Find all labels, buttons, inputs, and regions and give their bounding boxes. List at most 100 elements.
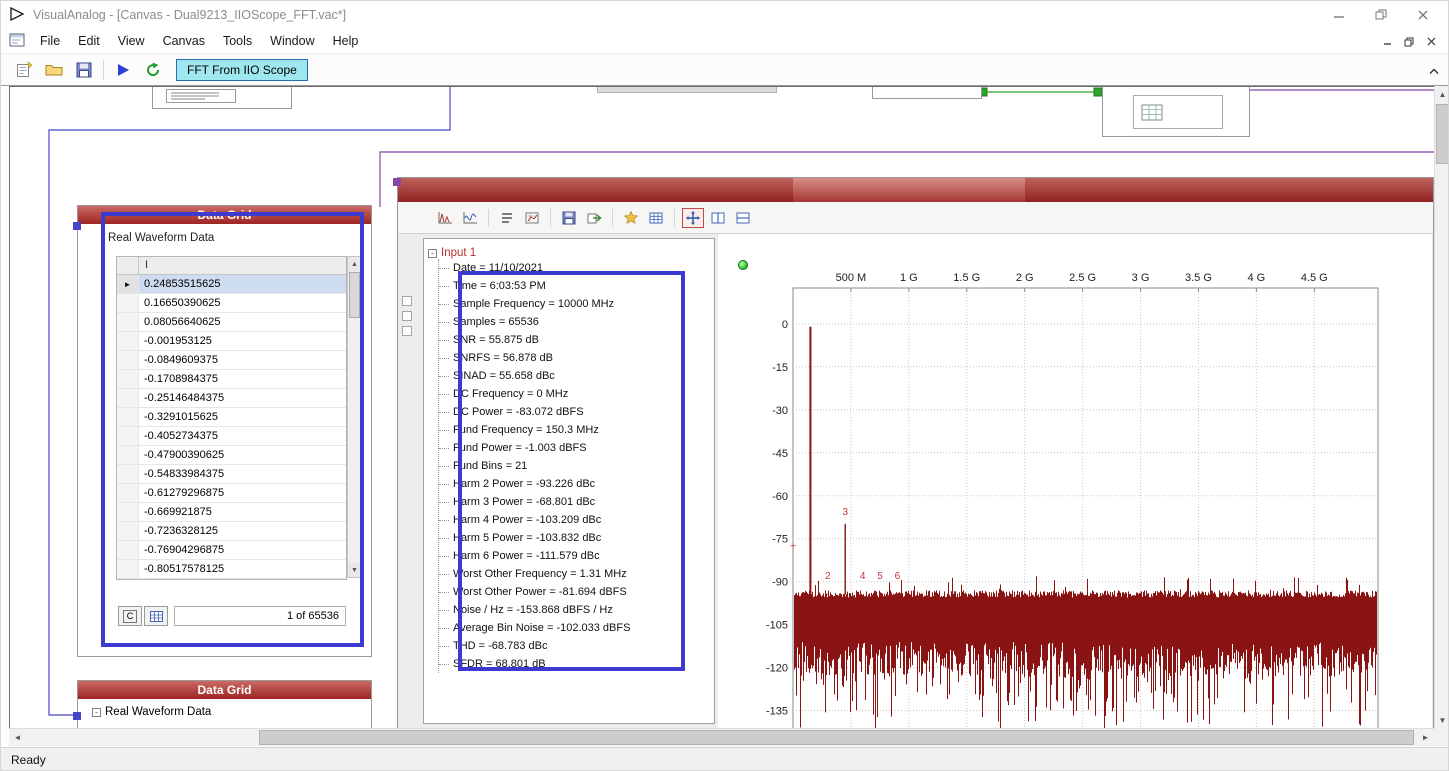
row-selector-cell[interactable] — [117, 351, 139, 369]
row-selector-cell[interactable] — [117, 370, 139, 388]
fft-window-header[interactable] — [398, 178, 1433, 202]
table-row[interactable]: -0.4052734375 — [117, 427, 346, 446]
cell-value[interactable]: -0.80517578125 — [139, 560, 346, 578]
menu-item[interactable]: Window — [261, 30, 323, 52]
cell-value[interactable]: -0.0849609375 — [139, 351, 346, 369]
fft-graph-area[interactable]: 0-15-30-45-60-75-90-105-120-135500 M1 G1… — [718, 234, 1432, 728]
canvas-area[interactable]: Data Grid Real Waveform Data I 0.2485351… — [9, 86, 1434, 728]
menu-item[interactable]: Canvas — [154, 30, 214, 52]
row-selector-cell[interactable] — [117, 294, 139, 312]
tree-root-label[interactable]: Input 1 — [441, 247, 476, 259]
cell-value[interactable]: -0.3291015625 — [139, 408, 346, 426]
save-graph-button[interactable] — [558, 208, 580, 228]
save-canvas-button[interactable] — [71, 58, 97, 82]
table-row[interactable]: -0.25146484375 — [117, 389, 346, 408]
pan-mode-button[interactable] — [682, 208, 704, 228]
edge-button-icon[interactable] — [402, 326, 412, 336]
fft-source-label[interactable]: FFT From IIO Scope — [176, 59, 308, 81]
table-row[interactable]: -0.54833984375 — [117, 465, 346, 484]
menu-item[interactable]: File — [31, 30, 69, 52]
data-grid-window-1[interactable]: Data Grid Real Waveform Data I 0.2485351… — [77, 205, 372, 657]
run-continuous-button[interactable] — [140, 58, 166, 82]
data-grid-window-2[interactable]: Data Grid - Real Waveform Data — [77, 680, 372, 728]
chart-settings-button[interactable] — [521, 208, 543, 228]
table-row[interactable]: 0.24853515625 — [117, 275, 346, 294]
menu-item[interactable]: Edit — [69, 30, 109, 52]
scroll-up-icon[interactable]: ▲ — [1435, 86, 1449, 102]
tree-collapse-icon[interactable]: - — [428, 249, 437, 258]
row-selector-cell[interactable] — [117, 560, 139, 578]
toolbar-collapse-chevron-icon[interactable] — [1428, 64, 1440, 78]
cell-value[interactable]: -0.1708984375 — [139, 370, 346, 388]
edge-button-icon[interactable] — [402, 311, 412, 321]
column-header-i[interactable]: I — [139, 257, 346, 274]
fft-plot[interactable]: 0-15-30-45-60-75-90-105-120-135500 M1 G1… — [743, 268, 1403, 728]
spectrum-view-button[interactable] — [434, 208, 456, 228]
cell-value[interactable]: -0.7236328125 — [139, 522, 346, 540]
split-columns-button[interactable] — [707, 208, 729, 228]
canvas-vscrollbar[interactable]: ▲ ▼ — [1434, 86, 1449, 728]
waveform-view-button[interactable] — [459, 208, 481, 228]
table-row[interactable]: -0.61279296875 — [117, 484, 346, 503]
row-selector-cell[interactable] — [117, 465, 139, 483]
table-row[interactable]: -0.76904296875 — [117, 541, 346, 560]
cell-value[interactable]: -0.47900390625 — [139, 446, 346, 464]
input-connector[interactable] — [73, 712, 81, 720]
row-selector-cell[interactable] — [117, 503, 139, 521]
menu-item[interactable]: Help — [324, 30, 368, 52]
cell-value[interactable]: -0.61279296875 — [139, 484, 346, 502]
row-selector-cell[interactable] — [117, 332, 139, 350]
restore-button[interactable] — [1360, 1, 1402, 29]
partial-block-pattern[interactable] — [152, 86, 292, 109]
table-row[interactable]: -0.47900390625 — [117, 446, 346, 465]
close-button[interactable] — [1402, 1, 1444, 29]
data-grid-1-header[interactable]: Data Grid — [78, 206, 371, 224]
table-row[interactable]: -0.1708984375 — [117, 370, 346, 389]
cell-value[interactable]: -0.001953125 — [139, 332, 346, 350]
open-canvas-button[interactable] — [41, 58, 67, 82]
menu-item[interactable]: View — [109, 30, 154, 52]
row-selector-cell[interactable] — [117, 522, 139, 540]
scroll-left-icon[interactable]: ◄ — [9, 729, 26, 746]
row-selector-cell[interactable] — [117, 408, 139, 426]
row-selector-cell[interactable] — [117, 446, 139, 464]
table-row[interactable]: -0.7236328125 — [117, 522, 346, 541]
table-row[interactable]: -0.669921875 — [117, 503, 346, 522]
canvas-hscrollbar[interactable]: ◄ ► — [9, 728, 1434, 746]
row-selector-cell[interactable] — [117, 389, 139, 407]
fft-graph-window[interactable]: - Input 1 Date = 11/10/2021Time = 6:03:5… — [397, 177, 1434, 728]
hscroll-thumb[interactable] — [259, 730, 1414, 745]
export-data-button[interactable] — [583, 208, 605, 228]
child-restore-button[interactable] — [1398, 31, 1420, 53]
cell-value[interactable]: 0.24853515625 — [139, 275, 346, 293]
table-row[interactable]: -0.80517578125 — [117, 560, 346, 579]
row-selector-cell[interactable] — [117, 275, 139, 293]
table-scroll-down-icon[interactable]: ▼ — [348, 563, 361, 577]
table-scrollbar[interactable]: ▲ ▼ — [347, 256, 362, 578]
cell-value[interactable]: 0.08056640625 — [139, 313, 346, 331]
table-row[interactable]: -0.3291015625 — [117, 408, 346, 427]
table-row[interactable]: 0.16650390625 — [117, 294, 346, 313]
grid-toggle-button[interactable] — [645, 208, 667, 228]
partial-block-bar[interactable] — [597, 86, 777, 93]
row-selector-cell[interactable] — [117, 541, 139, 559]
scroll-down-icon[interactable]: ▼ — [1435, 712, 1449, 728]
row-selector-cell[interactable] — [117, 313, 139, 331]
partial-block-small[interactable] — [872, 86, 982, 99]
input-connector[interactable] — [73, 222, 81, 230]
table-row[interactable]: 0.08056640625 — [117, 313, 346, 332]
table-view-button[interactable] — [144, 606, 168, 626]
new-canvas-button[interactable] — [11, 58, 37, 82]
table-row[interactable]: -0.0849609375 — [117, 351, 346, 370]
cell-value[interactable]: -0.76904296875 — [139, 541, 346, 559]
cell-value[interactable]: -0.4052734375 — [139, 427, 346, 445]
child-close-button[interactable] — [1420, 31, 1442, 53]
graph-input-connector[interactable] — [393, 178, 401, 186]
vscroll-thumb[interactable] — [1436, 104, 1449, 164]
table-scroll-up-icon[interactable]: ▲ — [348, 257, 361, 271]
favorites-button[interactable] — [620, 208, 642, 228]
table-scroll-thumb[interactable] — [349, 272, 360, 318]
table-corner-cell[interactable] — [117, 257, 139, 274]
tree-collapse-icon[interactable]: - — [92, 708, 101, 717]
data-list-button[interactable] — [496, 208, 518, 228]
